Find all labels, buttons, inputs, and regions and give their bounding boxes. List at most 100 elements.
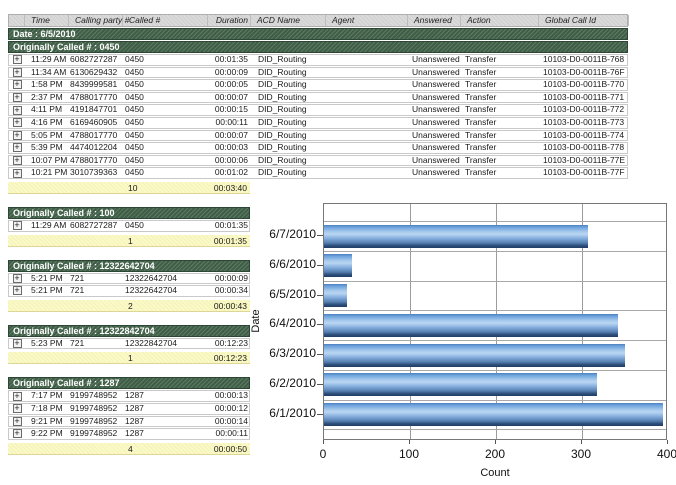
expand-row-icon[interactable]: +	[13, 417, 22, 426]
cell-acd: DID_Routing	[251, 105, 326, 115]
cell-acd: DID_Routing	[251, 80, 326, 90]
cell-action: Transfer	[461, 143, 539, 153]
chart-gridline-horizontal	[324, 370, 666, 371]
table-row: +5:05 PM4788017770045000:00:07DID_Routin…	[8, 130, 628, 142]
group-header: Originally Called # : 1287	[8, 377, 250, 389]
cell-duration: 00:00:11	[208, 429, 251, 439]
cell-calling: 4474012204	[69, 143, 123, 153]
x-axis-tick	[495, 440, 496, 444]
group-summary-row: 1000:03:40	[8, 182, 250, 194]
y-axis-tick	[317, 265, 323, 266]
x-axis-tick	[323, 440, 324, 444]
expand-row-icon[interactable]: +	[13, 80, 22, 89]
table-row: +7:17 PM9199748952128700:00:13	[8, 390, 250, 402]
expand-cell: +	[9, 404, 25, 413]
cell-global: 10103-D0-0011B-774	[539, 131, 629, 141]
cell-time: 5:21 PM	[25, 286, 69, 296]
cell-duration: 00:00:13	[208, 391, 251, 401]
cell-duration: 00:01:02	[208, 168, 251, 178]
bar-chart-plot-area	[323, 203, 667, 440]
column-header-calling: Calling party #	[69, 15, 123, 26]
column-header-agent: Agent	[326, 15, 408, 26]
cell-calling: 6130629432	[69, 68, 123, 78]
summary-spacer	[24, 443, 68, 455]
expand-row-icon[interactable]: +	[13, 131, 22, 140]
column-header-acd: ACD Name	[251, 15, 326, 26]
cell-duration: 00:00:05	[208, 80, 251, 90]
expand-row-icon[interactable]: +	[13, 169, 22, 178]
group-header: Originally Called # : 12322642704	[8, 260, 250, 272]
summary-spacer	[68, 352, 122, 364]
column-header-time: Time	[25, 15, 69, 26]
column-header-called: Called #	[123, 15, 208, 26]
table-row: +4:11 PM4191847701045000:00:15DID_Routin…	[8, 104, 628, 116]
y-axis-tick-label: 6/5/2010	[258, 287, 316, 302]
y-axis-tick-label: 6/6/2010	[258, 257, 316, 272]
chart-gridline-horizontal	[324, 251, 666, 252]
y-axis-tick	[317, 235, 323, 236]
expand-cell: +	[9, 118, 25, 127]
summary-spacer	[8, 352, 24, 364]
cell-global: 10103-D0-0011B-77F	[539, 168, 629, 178]
summary-spacer	[68, 300, 122, 312]
chart-gridline-horizontal	[324, 400, 666, 401]
expand-row-icon[interactable]: +	[13, 68, 22, 77]
summary-duration: 00:00:43	[207, 300, 250, 312]
table-row: +5:23 PM7211232284270400:12:23	[8, 338, 250, 350]
expand-cell: +	[9, 143, 25, 152]
cell-calling: 721	[69, 339, 123, 349]
chart-gridline-horizontal	[324, 310, 666, 311]
expand-row-icon[interactable]: +	[13, 392, 22, 401]
cell-answered: Unanswered	[408, 105, 461, 115]
cell-called: 1287	[123, 391, 208, 401]
y-axis-tick	[317, 295, 323, 296]
cell-duration: 00:12:23	[208, 339, 251, 349]
expand-row-icon[interactable]: +	[13, 55, 22, 64]
cell-calling: 9199748952	[69, 391, 123, 401]
cell-time: 11:29 AM	[25, 55, 69, 65]
expand-row-icon[interactable]: +	[13, 429, 22, 438]
table-row: +11:29 AM6082727287045000:01:35DID_Routi…	[8, 54, 628, 66]
expand-row-icon[interactable]: +	[13, 286, 22, 295]
cell-acd: DID_Routing	[251, 68, 326, 78]
cell-calling: 3010739363	[69, 168, 123, 178]
cell-answered: Unanswered	[408, 55, 461, 65]
expand-row-icon[interactable]: +	[13, 143, 22, 152]
expand-cell: +	[9, 417, 25, 426]
cell-duration: 00:00:15	[208, 105, 251, 115]
summary-spacer	[68, 235, 122, 247]
summary-count: 2	[122, 300, 207, 312]
expand-row-icon[interactable]: +	[13, 93, 22, 102]
chart-gridline-horizontal	[324, 221, 666, 222]
y-axis-tick	[317, 414, 323, 415]
cell-time: 11:34 AM	[25, 68, 69, 78]
cell-duration: 00:00:09	[208, 68, 251, 78]
x-axis-tick-label: 0	[301, 447, 345, 461]
group-summary-row: 100:01:35	[8, 235, 250, 247]
expand-row-icon[interactable]: +	[13, 404, 22, 413]
cell-time: 2:37 PM	[25, 93, 69, 103]
cell-called: 0450	[123, 105, 208, 115]
chart-bar	[324, 314, 618, 337]
chart-bar	[324, 344, 625, 367]
expand-row-icon[interactable]: +	[13, 274, 22, 283]
expand-row-icon[interactable]: +	[13, 118, 22, 127]
cell-answered: Unanswered	[408, 93, 461, 103]
y-axis-tick-label: 6/4/2010	[258, 316, 316, 331]
summary-duration: 00:12:23	[207, 352, 250, 364]
cell-duration: 00:00:06	[208, 156, 251, 166]
x-axis-tick	[667, 440, 668, 444]
cell-calling: 721	[69, 286, 123, 296]
cell-duration: 00:00:14	[208, 417, 251, 427]
y-axis-tick	[317, 384, 323, 385]
expand-row-icon[interactable]: +	[13, 339, 22, 348]
chart-gridline-horizontal	[324, 281, 666, 282]
expand-row-icon[interactable]: +	[13, 106, 22, 115]
summary-count: 4	[122, 443, 207, 455]
cell-calling: 6082727287	[69, 55, 123, 65]
expand-cell: +	[9, 429, 25, 438]
group-summary-row: 400:00:50	[8, 443, 250, 455]
expand-row-icon[interactable]: +	[13, 221, 22, 230]
cell-duration: 00:00:34	[208, 286, 251, 296]
expand-row-icon[interactable]: +	[13, 156, 22, 165]
